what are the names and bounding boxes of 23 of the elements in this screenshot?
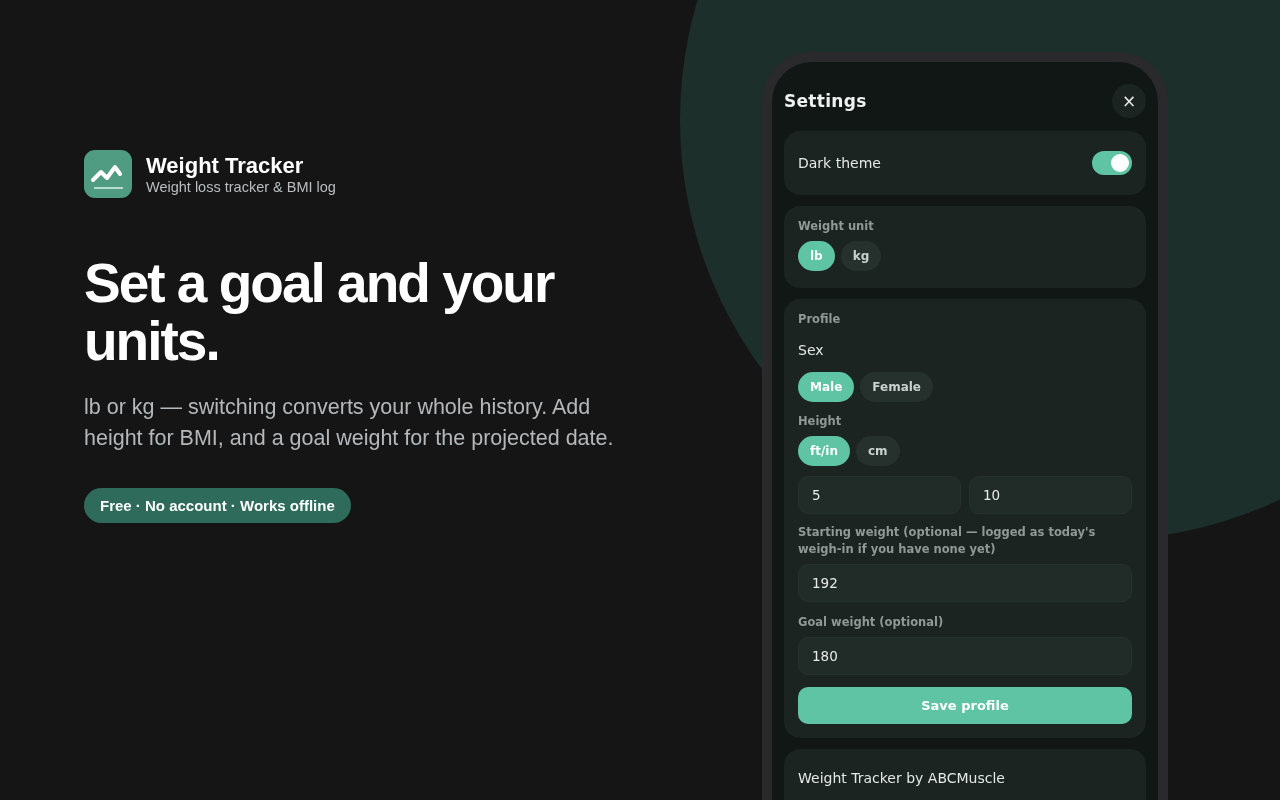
- goal-weight-label: Goal weight (optional): [798, 614, 945, 631]
- app-tagline: Weight loss tracker & BMI log: [146, 179, 336, 195]
- starting-weight-field[interactable]: 192: [798, 564, 1132, 602]
- dark-theme-toggle[interactable]: [1092, 151, 1132, 175]
- goal-weight-field[interactable]: 180: [798, 637, 1132, 675]
- profile-label: Profile: [798, 311, 842, 328]
- description: lb or kg — switching converts your whole history. Add height for BMI, and a goal weight for the projected date.: [84, 394, 615, 452]
- headline: Set a goal and your units.: [84, 254, 555, 370]
- option-chip[interactable]: cm: [856, 436, 900, 466]
- sex-label: Sex: [798, 342, 825, 358]
- dark-theme-label: Dark theme: [798, 155, 881, 171]
- starting-weight-label: Starting weight (optional — logged as today's weigh-in if you have none yet): [798, 524, 1097, 558]
- option-chip[interactable]: kg: [840, 241, 882, 271]
- height-field[interactable]: 10: [969, 476, 1132, 514]
- option-chip[interactable]: Female: [860, 372, 933, 402]
- feature-pill: Free · No account · Works offline: [84, 488, 351, 523]
- settings-title: Settings: [784, 91, 867, 111]
- app-name: Weight Tracker: [146, 153, 305, 179]
- height-label: Height: [798, 413, 843, 430]
- close-button[interactable]: ×: [1112, 84, 1146, 118]
- height-field[interactable]: 5: [798, 476, 961, 514]
- weight-unit-label: Weight unit: [798, 218, 875, 235]
- footer-text: Weight Tracker by ABCMuscle: [798, 770, 1006, 786]
